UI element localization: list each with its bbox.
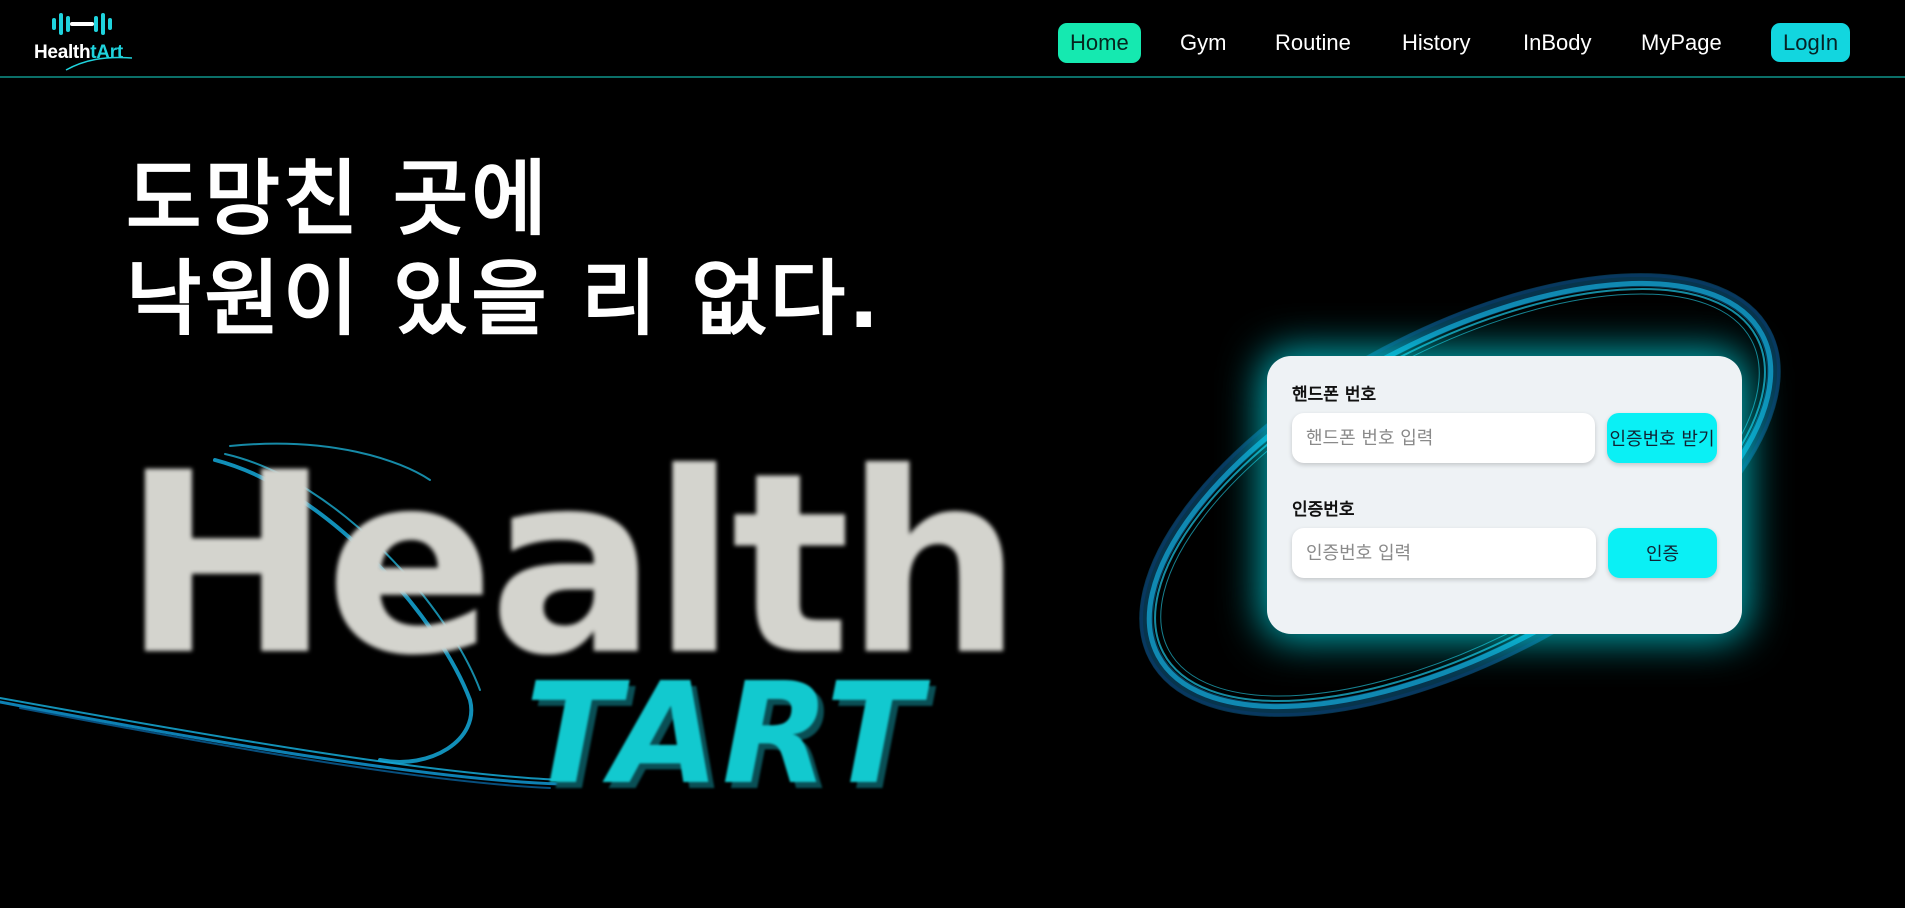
dumbbell-icon xyxy=(52,13,112,35)
logo[interactable]: HealthtArt xyxy=(34,10,134,71)
code-label: 인증번호 xyxy=(1292,500,1355,520)
headline-line-1: 도망친 곳에 xyxy=(126,152,550,247)
nav-mypage[interactable]: MyPage xyxy=(1641,23,1722,63)
request-code-button[interactable]: 인증번호 받기 xyxy=(1607,413,1717,463)
nav-inbody[interactable]: InBody xyxy=(1523,23,1592,63)
phone-label: 핸드폰 번호 xyxy=(1292,385,1377,405)
logo-swoosh-icon xyxy=(65,56,133,71)
phone-auth-card: 핸드폰 번호 인증번호 받기 인증번호 인증 xyxy=(1267,356,1742,634)
hero-logo-tart: TART xyxy=(525,653,923,816)
nav-history[interactable]: History xyxy=(1402,23,1470,63)
hero-logo-image: Health TART xyxy=(0,440,1023,805)
nav-home[interactable]: Home xyxy=(1058,23,1141,63)
code-input[interactable] xyxy=(1292,528,1596,578)
login-button[interactable]: LogIn xyxy=(1771,23,1851,62)
hero-headline: 도망친 곳에 낙원이 있을 리 없다. xyxy=(126,150,882,350)
nav-gym[interactable]: Gym xyxy=(1180,23,1226,63)
phone-input[interactable] xyxy=(1292,413,1595,463)
page: HealthtArt Home Gym Routine History InBo… xyxy=(0,0,1905,908)
headline-line-2: 낙원이 있을 리 없다. xyxy=(126,252,883,347)
verify-button[interactable]: 인증 xyxy=(1608,528,1717,578)
header: HealthtArt Home Gym Routine History InBo… xyxy=(0,0,1905,78)
nav-routine[interactable]: Routine xyxy=(1275,23,1351,63)
